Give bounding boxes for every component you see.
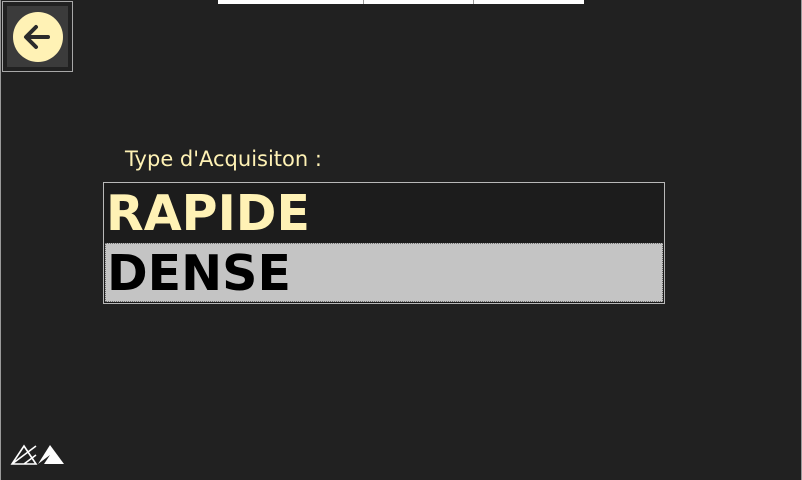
acquisition-type-screen: Type d'Acquisiton : RAPIDE DENSE <box>0 0 802 480</box>
top-tab-segment <box>218 0 364 4</box>
option-dense[interactable]: DENSE <box>105 243 663 302</box>
top-tab-segment <box>474 0 584 4</box>
acquisition-type-list[interactable]: RAPIDE DENSE <box>103 182 665 304</box>
top-tab-strip <box>218 0 584 4</box>
back-button-face[interactable] <box>7 6 68 67</box>
back-button[interactable] <box>2 1 73 72</box>
mountains-logo-icon <box>10 441 66 471</box>
top-tab-segment <box>364 0 474 4</box>
arrow-left-circle-icon <box>12 11 63 62</box>
option-rapide[interactable]: RAPIDE <box>105 184 663 243</box>
acquisition-type-label: Type d'Acquisiton : <box>125 147 322 171</box>
